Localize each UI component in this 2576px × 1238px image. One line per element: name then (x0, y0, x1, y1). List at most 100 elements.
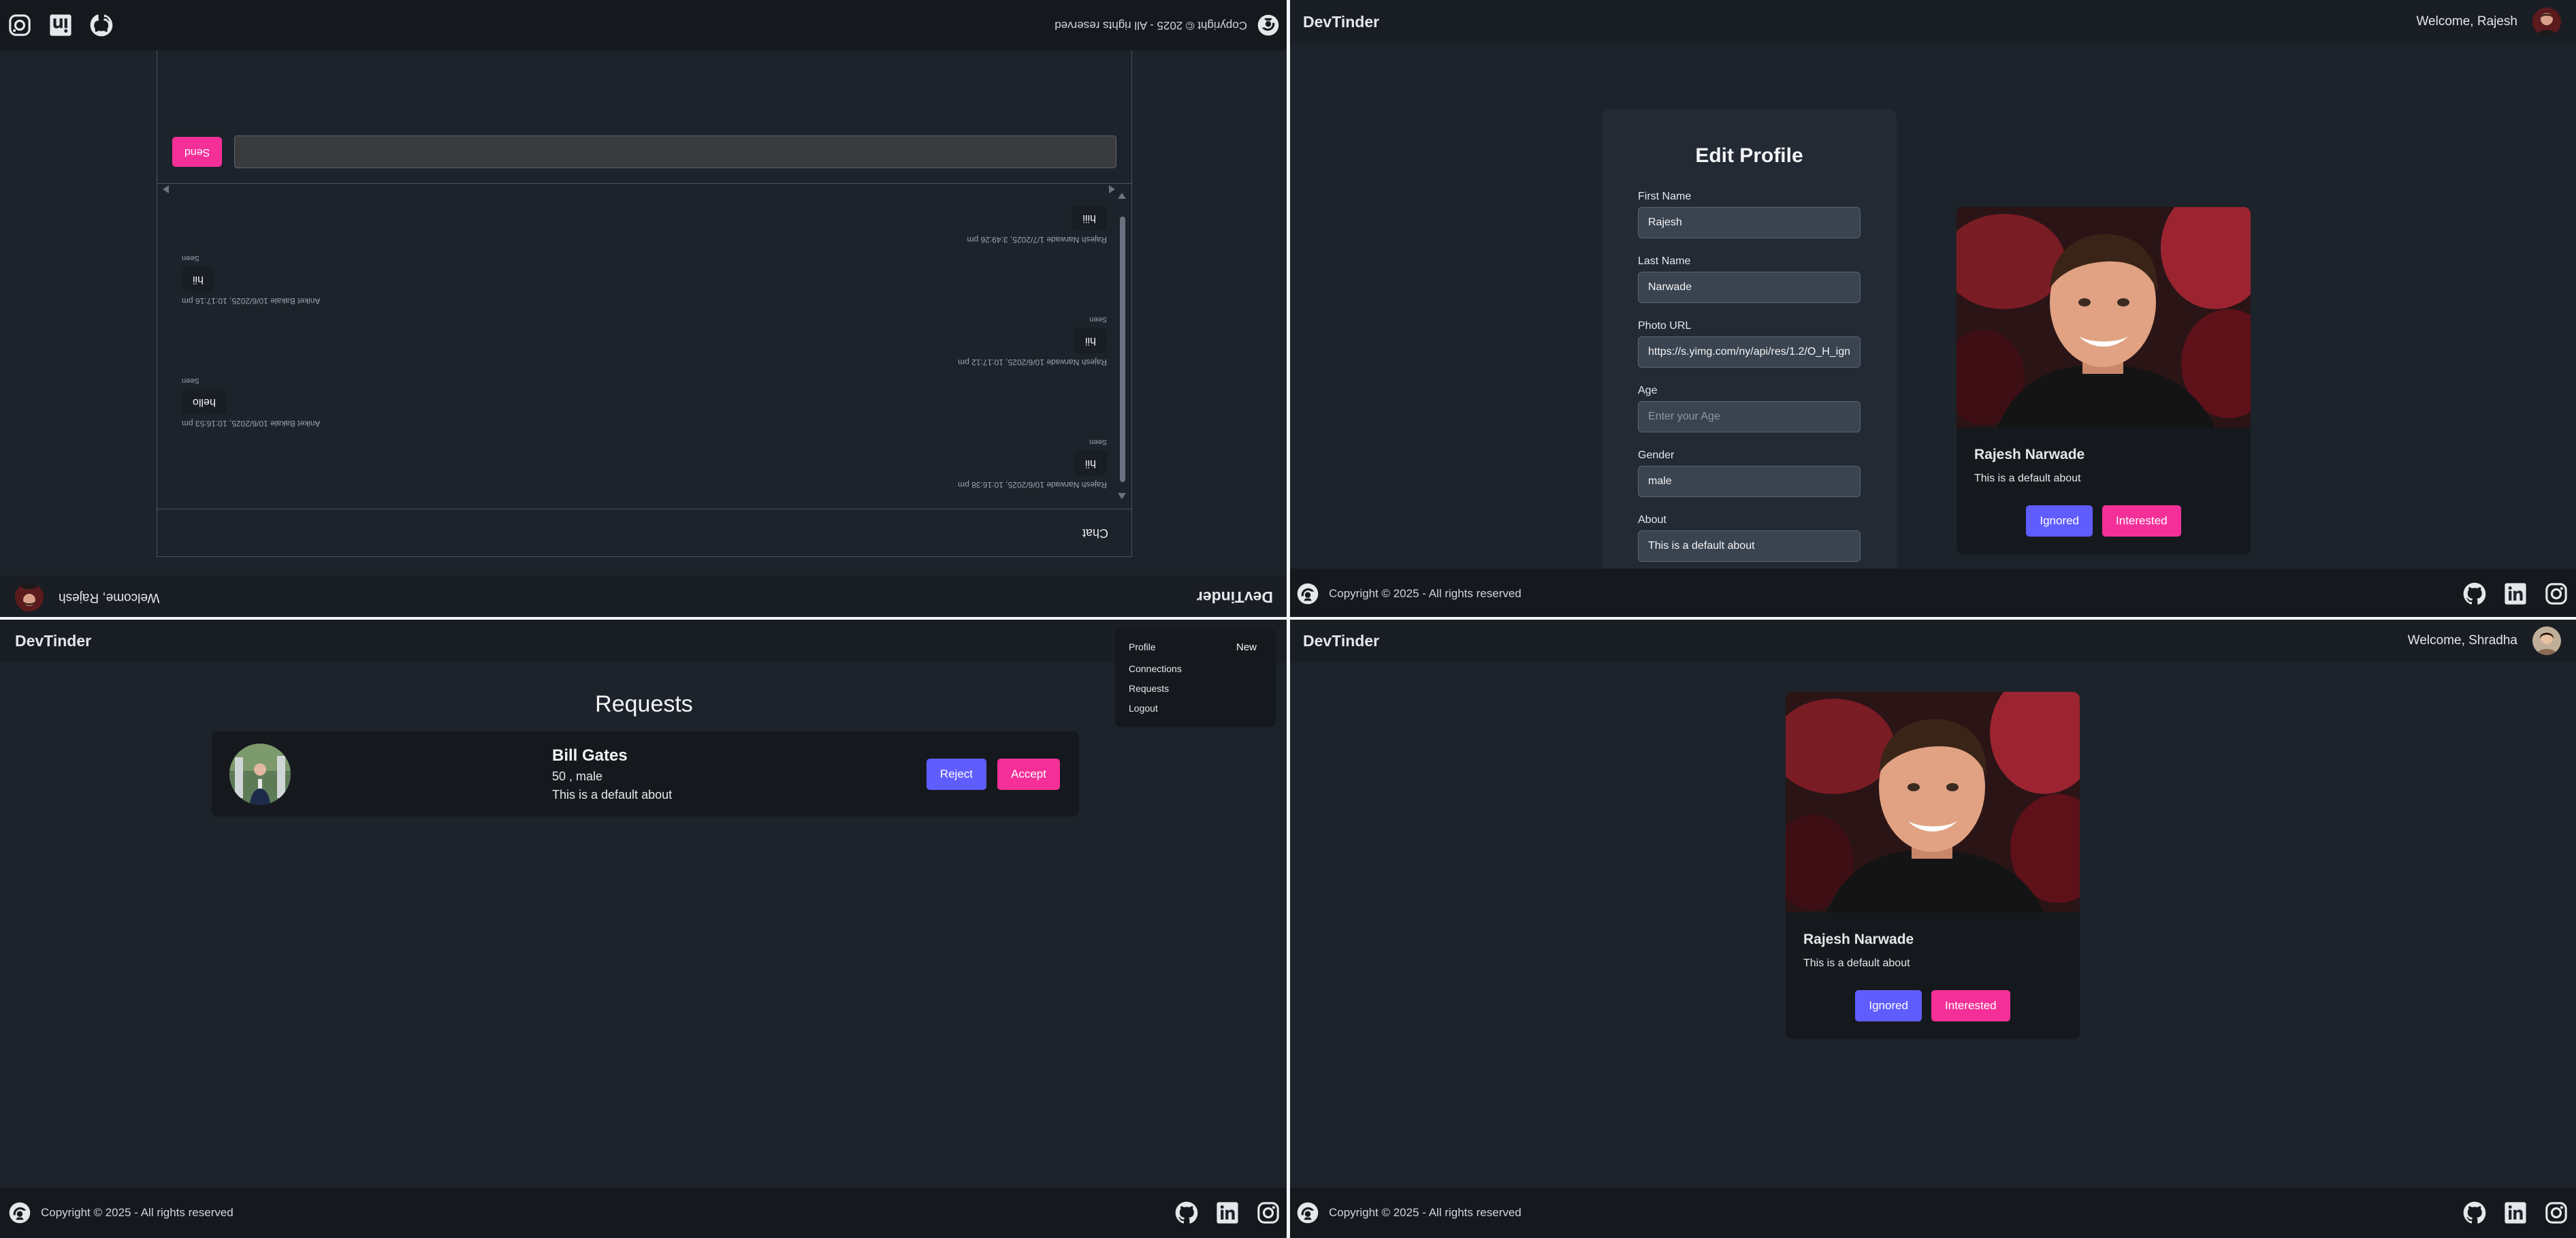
menu-item-logout[interactable]: Logout (1129, 698, 1262, 718)
devtinder-logo-icon (8, 1201, 31, 1224)
linkedin-icon[interactable] (2504, 582, 2527, 605)
menu-item-connections[interactable]: Connections (1129, 658, 1262, 678)
linkedin-icon[interactable] (49, 14, 72, 37)
scroll-thumb[interactable] (1120, 217, 1125, 482)
welcome-text: Welcome, Shradha (2407, 633, 2517, 648)
last-name-label: Last Name (1638, 255, 1691, 267)
welcome-text: Welcome, Rajesh (2416, 14, 2517, 29)
age-label: Age (1638, 385, 1658, 396)
welcome-text: Welcome, Rajesh (59, 590, 160, 605)
accept-button[interactable]: Accept (997, 758, 1060, 790)
menu-item-connections-label: Connections (1129, 663, 1182, 674)
message-bubble: hiii (1072, 205, 1107, 231)
instagram-icon[interactable] (8, 14, 31, 37)
chat-message: Aniket Bakale 10/6/2025, 10:16:53 pm hel… (182, 377, 320, 428)
first-name-label: First Name (1638, 191, 1692, 202)
request-avatar (229, 744, 291, 805)
message-meta: Aniket Bakale 10/6/2025, 10:16:53 pm (182, 419, 321, 428)
first-name-field[interactable] (1638, 207, 1861, 238)
footer: Copyright © 2025 - All rights reserved (0, 0, 1288, 50)
user-avatar[interactable] (15, 583, 44, 612)
card-about: This is a default about (1974, 473, 2081, 484)
scroll-up-arrow-icon[interactable] (1118, 493, 1126, 499)
message-bubble: hii (182, 266, 215, 292)
chat-pane: DevTinder Welcome, Rajesh Chat Rajesh Na… (0, 0, 1288, 619)
message-seen: Seen (182, 377, 199, 385)
request-name: Bill Gates (552, 746, 628, 765)
chat-input-row: Send (157, 121, 1131, 183)
linkedin-icon[interactable] (2504, 1201, 2527, 1224)
chat-message: Aniket Bakale 10/6/2025, 10:17:16 pm hii… (182, 254, 320, 306)
last-name-field[interactable] (1638, 272, 1861, 303)
request-about: This is a default about (552, 787, 673, 801)
github-icon[interactable] (1175, 1201, 1198, 1224)
brand-logo-text[interactable]: DevTinder (1303, 632, 1379, 650)
footer: Copyright © 2025 - All rights reserved (1288, 1188, 2576, 1238)
scroll-left-arrow-icon[interactable] (1109, 185, 1115, 193)
message-bubble: hello (182, 389, 227, 415)
gender-field[interactable] (1638, 466, 1861, 497)
copyright-text: Copyright © 2025 - All rights reserved (41, 1206, 234, 1219)
scroll-down-arrow-icon[interactable] (1118, 193, 1126, 199)
user-avatar[interactable] (2532, 7, 2561, 36)
requests-pane: DevTinder Profile New Connections Reques… (0, 619, 1288, 1238)
card-about: This is a default about (1803, 957, 1910, 969)
devtinder-logo-icon (1296, 1201, 1319, 1224)
brand-logo-text[interactable]: DevTinder (1197, 588, 1273, 607)
about-field[interactable] (1638, 530, 1861, 562)
footer: Copyright © 2025 - All rights reserved (0, 1188, 1288, 1238)
instagram-icon[interactable] (1257, 1201, 1280, 1224)
edit-profile-pane: DevTinder Welcome, Rajesh Edit Profile F… (1288, 0, 2576, 619)
chat-title: Chat (157, 509, 1131, 556)
interested-button[interactable]: Interested (2102, 505, 2181, 537)
message-meta: Rajesh Narwade 1/7/2025, 3:49:26 pm (967, 235, 1107, 244)
send-button[interactable]: Send (172, 137, 223, 167)
horizontal-scrollbar[interactable] (163, 185, 1115, 193)
interested-button[interactable]: Interested (1931, 990, 2010, 1021)
ignored-button[interactable]: Ignored (2026, 505, 2093, 537)
edit-profile-title: Edit Profile (1695, 144, 1803, 167)
scroll-right-arrow-icon[interactable] (163, 185, 169, 193)
instagram-icon[interactable] (2545, 582, 2568, 605)
chat-message-input[interactable] (234, 136, 1116, 168)
message-bubble: hii (1074, 450, 1107, 476)
chat-messages[interactable]: Rajesh Narwade 10/6/2025, 10:16:38 pm hi… (157, 183, 1131, 509)
github-icon[interactable] (90, 14, 113, 37)
linkedin-icon[interactable] (1216, 1201, 1239, 1224)
copyright-text: Copyright © 2025 - All rights reserved (1054, 19, 1247, 32)
github-icon[interactable] (2463, 582, 2486, 605)
github-icon[interactable] (2463, 1201, 2486, 1224)
navbar: DevTinder (0, 619, 1288, 663)
brand-logo-text[interactable]: DevTinder (1303, 13, 1379, 31)
menu-item-profile[interactable]: Profile New (1129, 635, 1262, 658)
card-name: Rajesh Narwade (1974, 447, 2085, 462)
instagram-icon[interactable] (2545, 1201, 2568, 1224)
user-avatar[interactable] (2532, 626, 2561, 655)
about-label: About (1638, 514, 1667, 526)
menu-item-requests[interactable]: Requests (1129, 678, 1262, 698)
menu-item-logout-label: Logout (1129, 702, 1158, 714)
footer: Copyright © 2025 - All rights reserved (1288, 569, 2576, 619)
page-title: Requests (595, 691, 693, 717)
card-name: Rajesh Narwade (1803, 932, 1914, 947)
profile-preview-card: Rajesh Narwade This is a default about I… (1957, 207, 2251, 554)
photo-url-field[interactable] (1638, 336, 1861, 368)
chat-message: Rajesh Narwade 1/7/2025, 3:49:26 pm hiii (967, 205, 1107, 244)
new-badge: New (1236, 641, 1257, 653)
chat-window: Chat Rajesh Narwade 10/6/2025, 10:16:38 … (157, 48, 1132, 557)
navbar: DevTinder Welcome, Rajesh (1288, 0, 2576, 44)
chat-scrollbar[interactable] (1118, 193, 1127, 499)
chat-message: Rajesh Narwade 10/6/2025, 10:17:12 pm hi… (958, 315, 1107, 367)
copyright-text: Copyright © 2025 - All rights reserved (1329, 587, 1522, 600)
ignored-button[interactable]: Ignored (1855, 990, 1922, 1021)
brand-logo-text[interactable]: DevTinder (15, 632, 91, 650)
age-field[interactable] (1638, 401, 1861, 432)
menu-item-profile-label: Profile (1129, 641, 1156, 652)
message-meta: Aniket Bakale 10/6/2025, 10:17:16 pm (182, 296, 321, 306)
message-seen: Seen (182, 254, 199, 262)
message-seen: Seen (1089, 438, 1107, 446)
profile-dropdown-menu: Profile New Connections Requests Logout (1115, 629, 1276, 727)
reject-button[interactable]: Reject (926, 758, 987, 790)
gender-label: Gender (1638, 449, 1675, 461)
copyright-text: Copyright © 2025 - All rights reserved (1329, 1206, 1522, 1219)
